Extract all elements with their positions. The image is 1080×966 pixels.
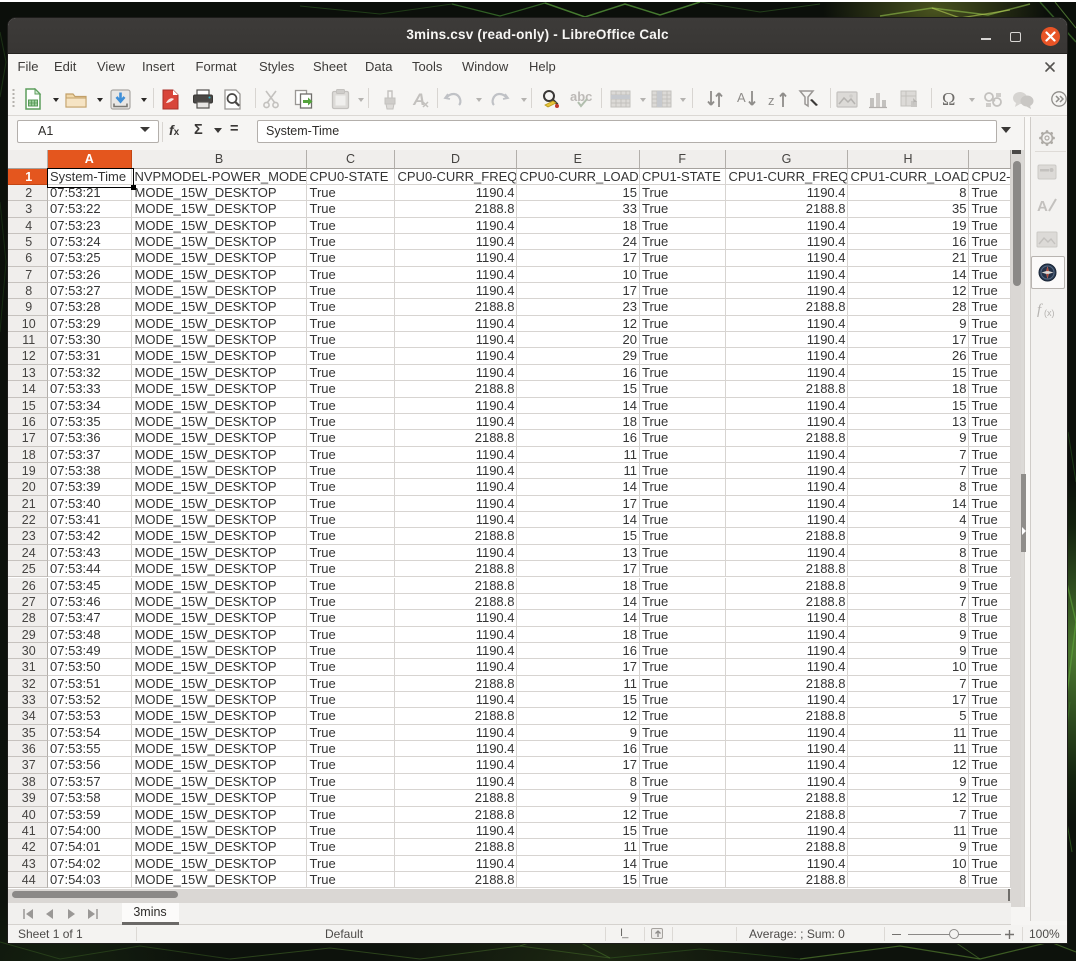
svg-text:f: f — [1037, 302, 1043, 318]
svg-text:z: z — [768, 93, 775, 108]
svg-text:abc: abc — [570, 89, 592, 104]
svg-text:Ω: Ω — [942, 89, 955, 109]
svg-text:A: A — [1037, 198, 1048, 214]
svg-text:(x): (x) — [1044, 308, 1055, 318]
svg-text:A: A — [737, 90, 746, 105]
